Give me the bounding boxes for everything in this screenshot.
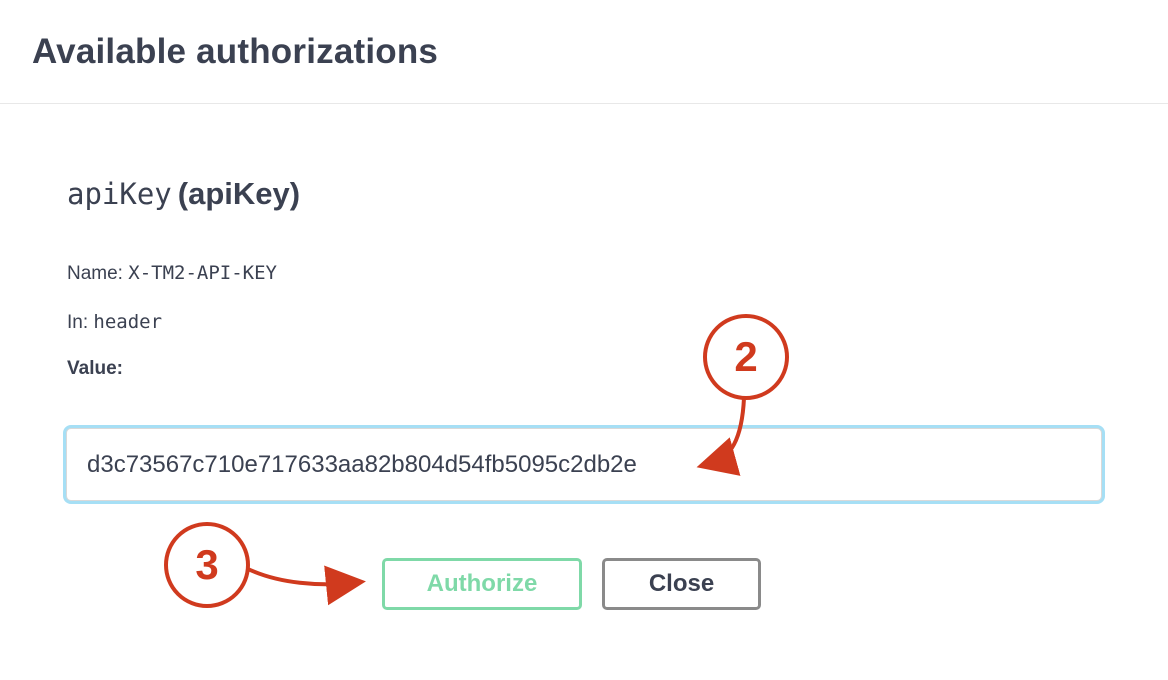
name-label: Name: <box>67 263 123 284</box>
scheme-title: apiKey (apiKey) <box>67 176 300 212</box>
arrow-to-authorize <box>247 565 366 606</box>
step-2-callout: 2 <box>703 314 789 400</box>
in-line: In: header <box>67 311 162 334</box>
scheme-type: (apiKey) <box>177 176 301 211</box>
name-line: Name: X-TM2-API-KEY <box>67 262 277 285</box>
modal-title: Available authorizations <box>32 31 439 71</box>
close-button[interactable]: Close <box>602 558 761 610</box>
api-key-value-input[interactable] <box>66 428 1102 501</box>
value-label: Value: <box>67 358 123 379</box>
name-value: X-TM2-API-KEY <box>128 262 277 284</box>
scheme-name: apiKey <box>67 177 172 211</box>
in-value: header <box>93 311 163 333</box>
in-label: In: <box>67 312 89 333</box>
step-3-callout: 3 <box>164 522 250 608</box>
authorization-modal: Available authorizations apiKey (apiKey) … <box>0 0 1168 680</box>
modal-header: Available authorizations <box>0 0 1168 104</box>
auth-scheme-heading: apiKey (apiKey) <box>67 176 300 212</box>
authorize-button[interactable]: Authorize <box>382 558 582 610</box>
